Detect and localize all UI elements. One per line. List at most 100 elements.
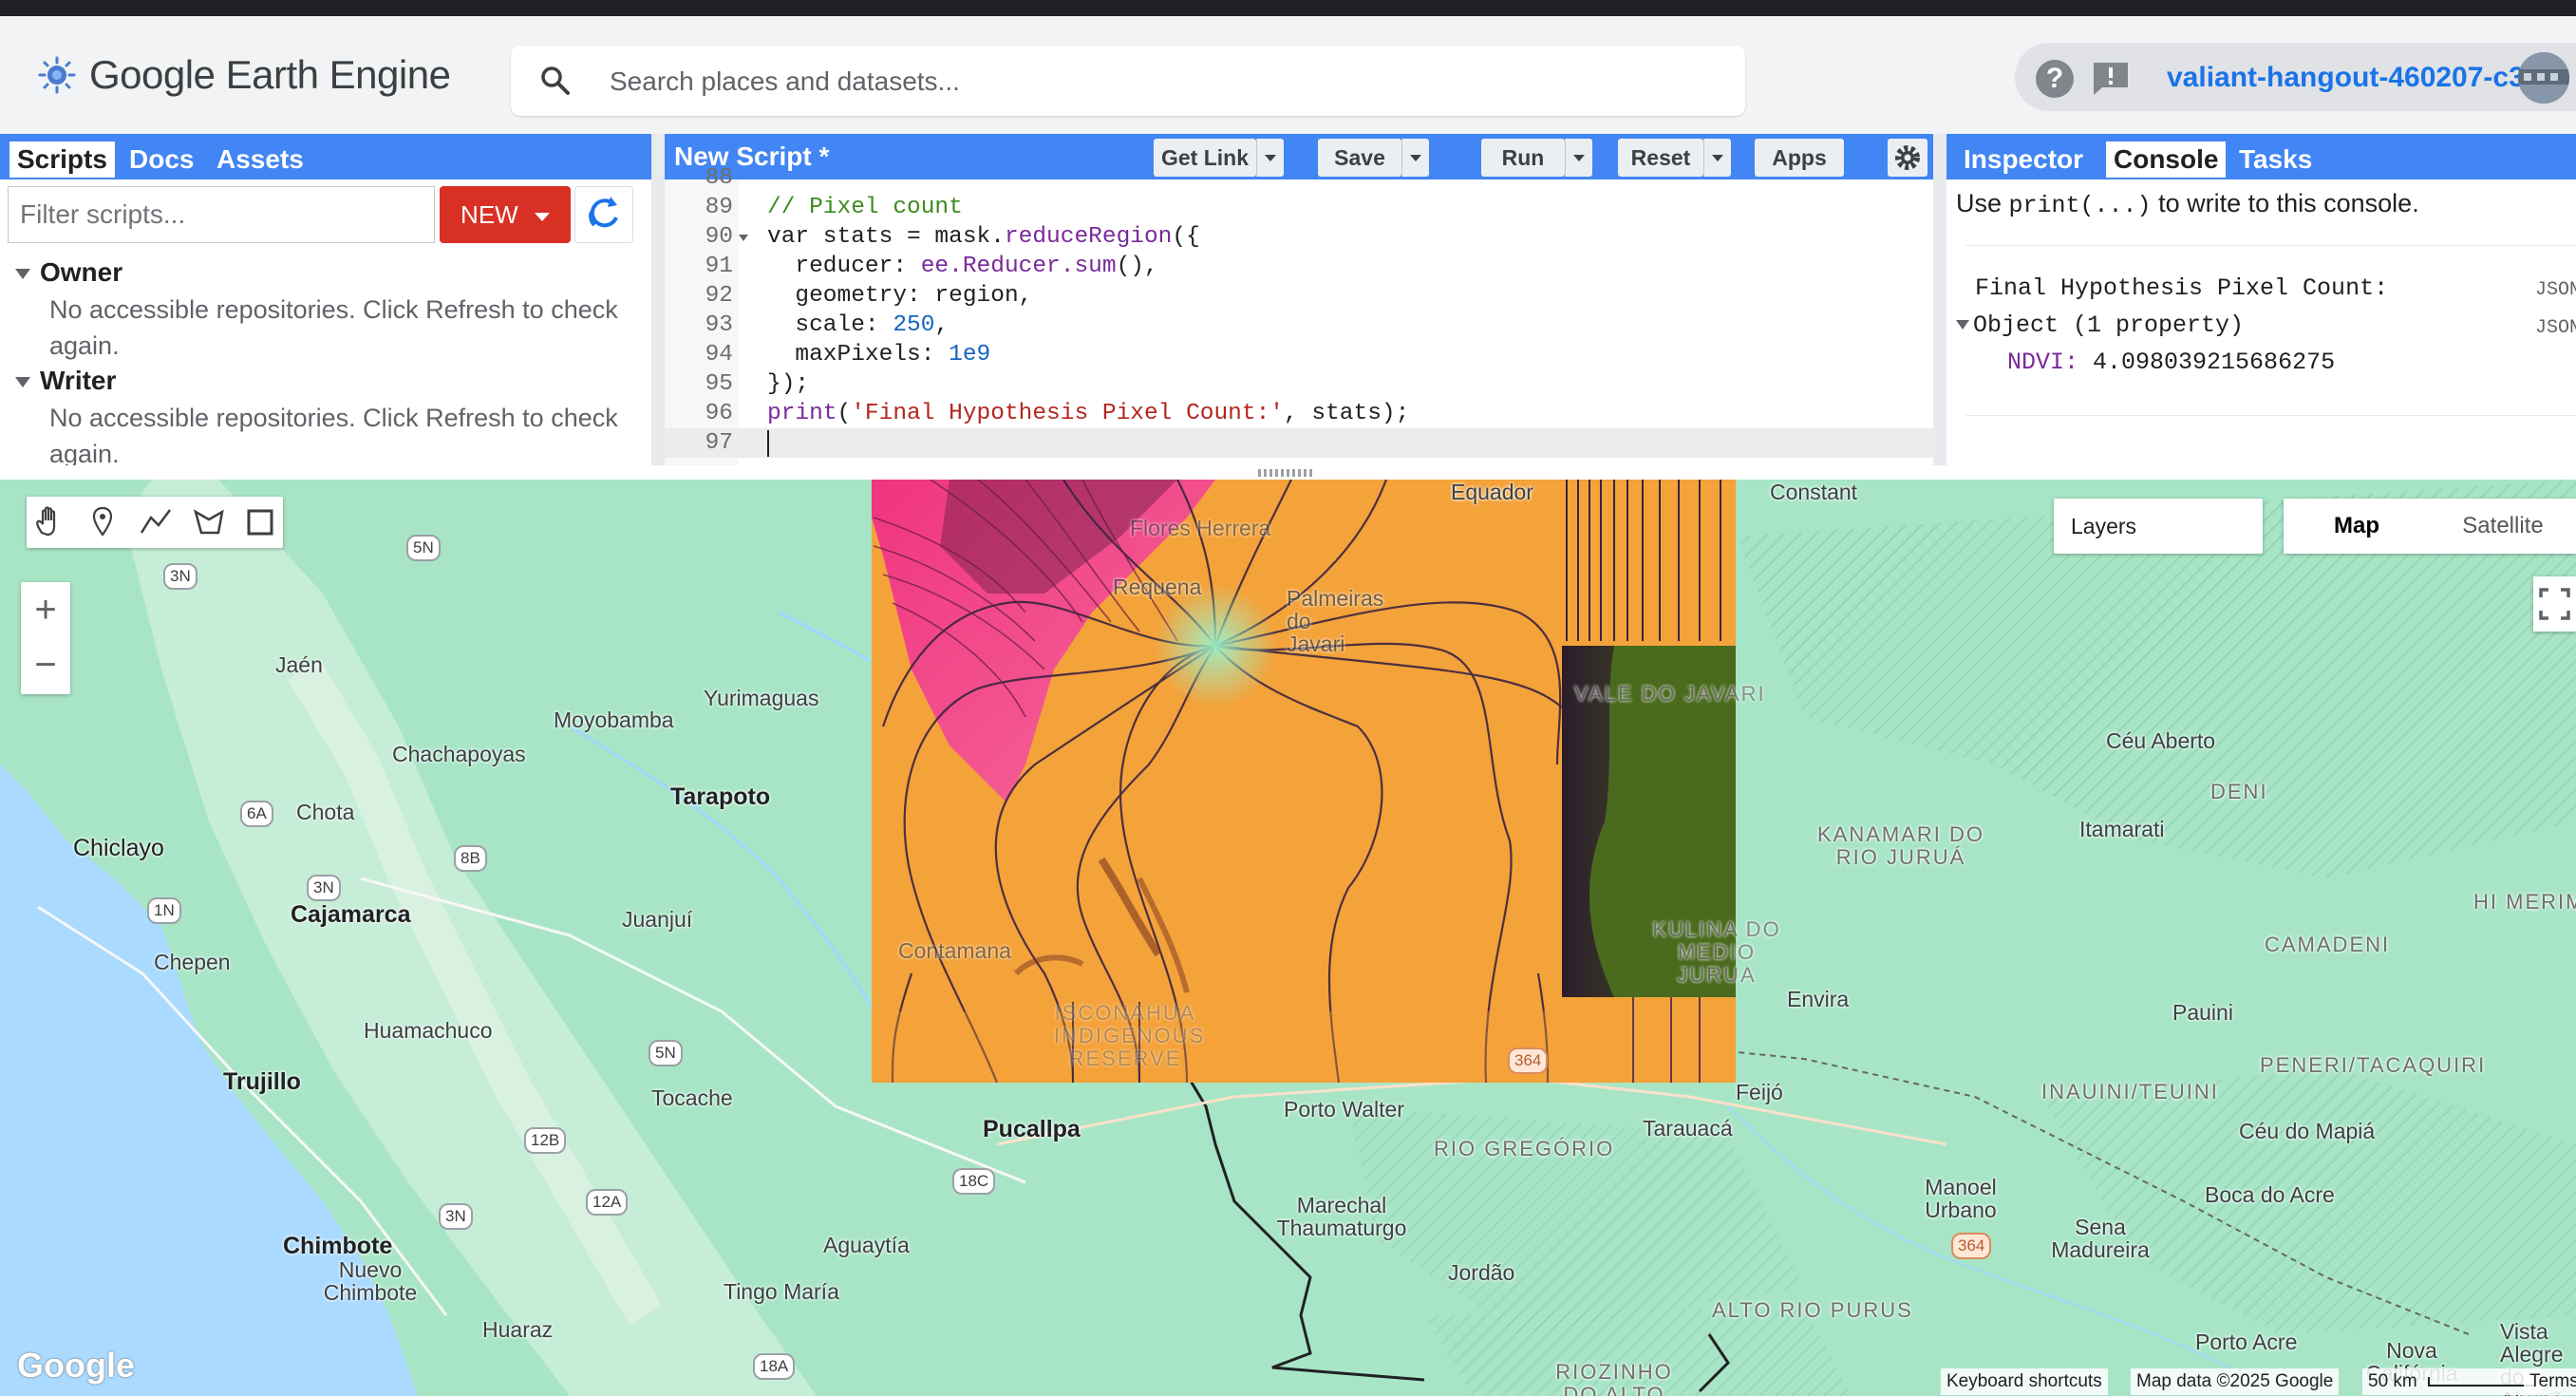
tree-owner[interactable]: Owner <box>15 257 122 288</box>
map-label-jordao: Jordão <box>1448 1260 1515 1285</box>
point-marker-icon[interactable] <box>84 504 122 540</box>
draw-polygon-icon[interactable] <box>190 504 228 540</box>
fullscreen-button[interactable] <box>2533 576 2576 632</box>
keyboard-shortcuts-link[interactable]: Keyboard shortcuts <box>1941 1368 2108 1395</box>
tab-console[interactable]: Console <box>2106 141 2227 178</box>
json-toggle[interactable]: JSON <box>2535 317 2576 339</box>
new-button-label: NEW <box>461 200 518 229</box>
scripts-tabbar: Scripts Docs Assets <box>0 134 651 179</box>
project-selector[interactable]: valiant-hangout-460207-c3 <box>2167 62 2525 94</box>
json-toggle[interactable]: JSON <box>2535 279 2576 301</box>
map-label-tarauaca: Tarauacá <box>1643 1116 1733 1141</box>
save-dropdown[interactable] <box>1401 139 1429 177</box>
get-link-button[interactable]: Get Link <box>1154 139 1256 177</box>
map-label-moyobamba: Moyobamba <box>554 707 674 732</box>
user-avatar[interactable] <box>2518 52 2569 104</box>
fold-arrow-icon[interactable] <box>739 235 748 241</box>
tab-tasks[interactable]: Tasks <box>2231 141 2320 178</box>
hand-pan-icon[interactable] <box>30 504 68 540</box>
zoom-out-button[interactable]: − <box>21 637 70 692</box>
map-scale[interactable]: 50 km <box>2362 1368 2543 1395</box>
region-label-camadeni: CAMADENI <box>2265 933 2391 956</box>
map-type-map[interactable]: Map <box>2284 499 2430 554</box>
map-label-huamachuco: Huamachuco <box>364 1018 493 1043</box>
highway-shield: 3N <box>307 875 341 901</box>
reset-button[interactable]: Reset <box>1618 139 1703 177</box>
tree-owner-label: Owner <box>40 257 123 287</box>
reset-dropdown[interactable] <box>1703 139 1731 177</box>
editor-toolbar: New Script * Get Link Save Run Reset App… <box>665 134 1933 179</box>
map-scale-bar <box>2428 1376 2537 1387</box>
save-button[interactable]: Save <box>1318 139 1401 177</box>
search-box[interactable] <box>511 46 1745 116</box>
map-type-satellite[interactable]: Satellite <box>2430 499 2576 554</box>
console-hint: Use print(...) to write to this console. <box>1956 189 2419 219</box>
map-label-itamarati: Itamarati <box>2079 817 2165 841</box>
highway-shield: 12A <box>586 1189 629 1216</box>
code-line-current: 97 <box>665 428 1933 458</box>
zoom-in-button[interactable]: + <box>21 582 70 637</box>
highway-shield: 8B <box>454 845 487 872</box>
map-data-attribution: Map data ©2025 Google <box>2131 1368 2340 1395</box>
tab-scripts[interactable]: Scripts <box>9 141 115 178</box>
region-label-hi-merim: HI MERIM <box>2473 890 2576 914</box>
raster-overlay <box>872 480 1736 1084</box>
tab-inspector[interactable]: Inspector <box>1956 141 2091 178</box>
settings-button[interactable] <box>1888 139 1927 177</box>
run-button[interactable]: Run <box>1481 139 1565 177</box>
map-label-ceu-aberto: Céu Aberto <box>2106 728 2216 753</box>
map-view[interactable]: Equador Constant Flores Herrera Requena … <box>0 480 2576 1396</box>
map-scale-label: 50 km <box>2368 1371 2417 1391</box>
map-label-huaraz: Huaraz <box>482 1317 554 1342</box>
new-button[interactable]: NEW <box>440 186 571 243</box>
highway-shield: 3N <box>439 1203 473 1230</box>
panel-resize-handle-right[interactable] <box>1933 134 1946 465</box>
tab-assets[interactable]: Assets <box>209 141 311 178</box>
run-dropdown[interactable] <box>1565 139 1592 177</box>
map-label-boca-do-acre: Boca do Acre <box>2205 1182 2335 1207</box>
layers-button[interactable]: Layers <box>2054 499 2263 554</box>
panel-resize-handle-left[interactable] <box>651 134 665 465</box>
map-label-tingo-maria: Tingo María <box>724 1279 839 1304</box>
map-label-chepen: Chepen <box>154 950 231 974</box>
browser-bookmarks-strip <box>0 0 2576 16</box>
earth-engine-logo-icon <box>38 56 76 94</box>
map-label-nuevo-chimbote: Nuevo Chimbote <box>323 1257 418 1305</box>
map-resize-handle[interactable] <box>1258 469 1315 477</box>
draw-rectangle-icon[interactable] <box>241 504 279 540</box>
map-label-chachapoyas: Chachapoyas <box>392 742 526 766</box>
get-link-dropdown[interactable] <box>1256 139 1284 177</box>
code-editor[interactable]: 88 89// Pixel count 90 var stats = mask.r… <box>665 165 1933 465</box>
zoom-controls: + − <box>21 582 70 694</box>
map-label-equador: Equador <box>1451 480 1533 504</box>
map-label-constant: Constant <box>1770 480 1858 504</box>
map-label-chota: Chota <box>296 800 355 824</box>
terms-link[interactable]: Terms <box>2524 1368 2576 1395</box>
region-label-kanamari: KANAMARI DO RIO JURUÁ <box>1816 822 1985 869</box>
apps-button[interactable]: Apps <box>1755 139 1844 177</box>
google-logo: Google <box>17 1346 135 1385</box>
draw-line-icon[interactable] <box>137 504 175 540</box>
region-label-riozinho: RIOZINHO DO ALTO ENVIRA <box>1555 1360 1673 1396</box>
console-separator <box>1965 415 2576 416</box>
refresh-button[interactable] <box>574 186 633 243</box>
console-object-summary[interactable]: Object (1 property) <box>1973 311 2244 339</box>
app-logo[interactable]: Google Earth Engine <box>38 52 451 98</box>
scripts-panel: Scripts Docs Assets NEW Owner No accessi… <box>0 134 651 465</box>
console-panel: Inspector Console Tasks Use print(...) t… <box>1946 134 2576 465</box>
expand-triangle-icon[interactable] <box>1956 320 1969 330</box>
highway-shield: 3N <box>163 563 197 590</box>
search-input[interactable] <box>608 59 1703 104</box>
map-label-palmeiras: Palmeiras do Javari <box>1287 586 1384 656</box>
feedback-icon[interactable] <box>2091 60 2131 96</box>
help-icon[interactable]: ? <box>2036 60 2074 98</box>
tab-docs[interactable]: Docs <box>122 141 201 178</box>
map-label-requena: Requena <box>1113 575 1202 599</box>
highway-shield: 5N <box>649 1040 683 1066</box>
region-label-isconahua: ISCONAHUA INDIGENOUS RESERVE <box>1054 1001 1206 1070</box>
map-label-sena-madureira: Sena Madureira <box>2051 1215 2150 1262</box>
map-label-chimbote: Chimbote <box>283 1233 393 1259</box>
highway-shield: 18C <box>952 1168 996 1195</box>
filter-scripts-input[interactable] <box>8 186 435 243</box>
tree-writer[interactable]: Writer <box>15 366 116 396</box>
